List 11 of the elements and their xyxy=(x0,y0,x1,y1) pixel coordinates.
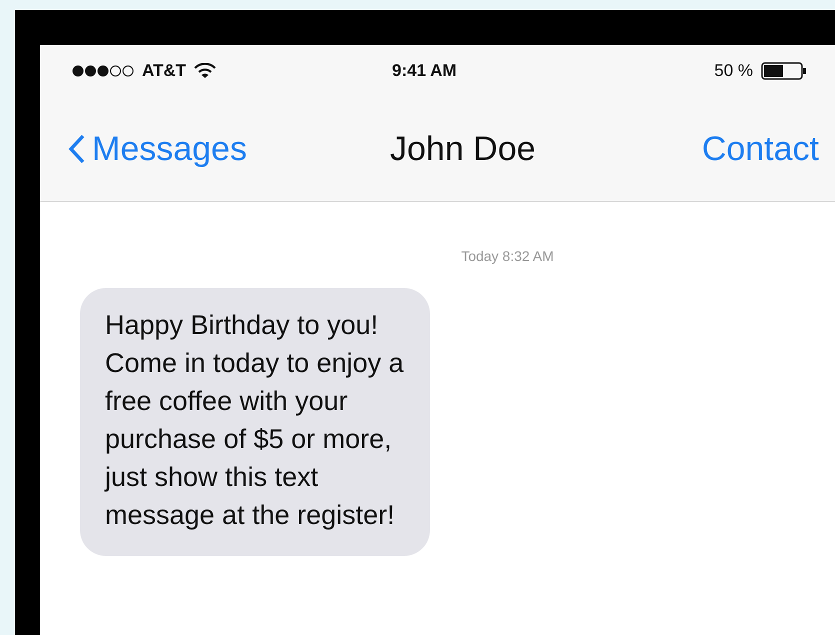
carrier-name: AT&T xyxy=(142,61,186,81)
signal-icon xyxy=(72,65,134,77)
message-timestamp: Today 8:32 AM xyxy=(461,248,554,264)
wifi-icon xyxy=(194,63,216,79)
contact-button[interactable]: Contact xyxy=(702,130,819,168)
status-time: 9:41 AM xyxy=(392,61,457,81)
contact-name: John Doe xyxy=(390,130,536,168)
battery-percent: 50 % xyxy=(714,61,753,81)
message-bubble: Happy Birthday to you! Come in today to enjoy a free coffee with your purchase of $5 or more, just show this text message at the register! xyxy=(80,288,430,556)
chevron-left-icon xyxy=(68,134,86,164)
battery-icon xyxy=(761,62,807,80)
